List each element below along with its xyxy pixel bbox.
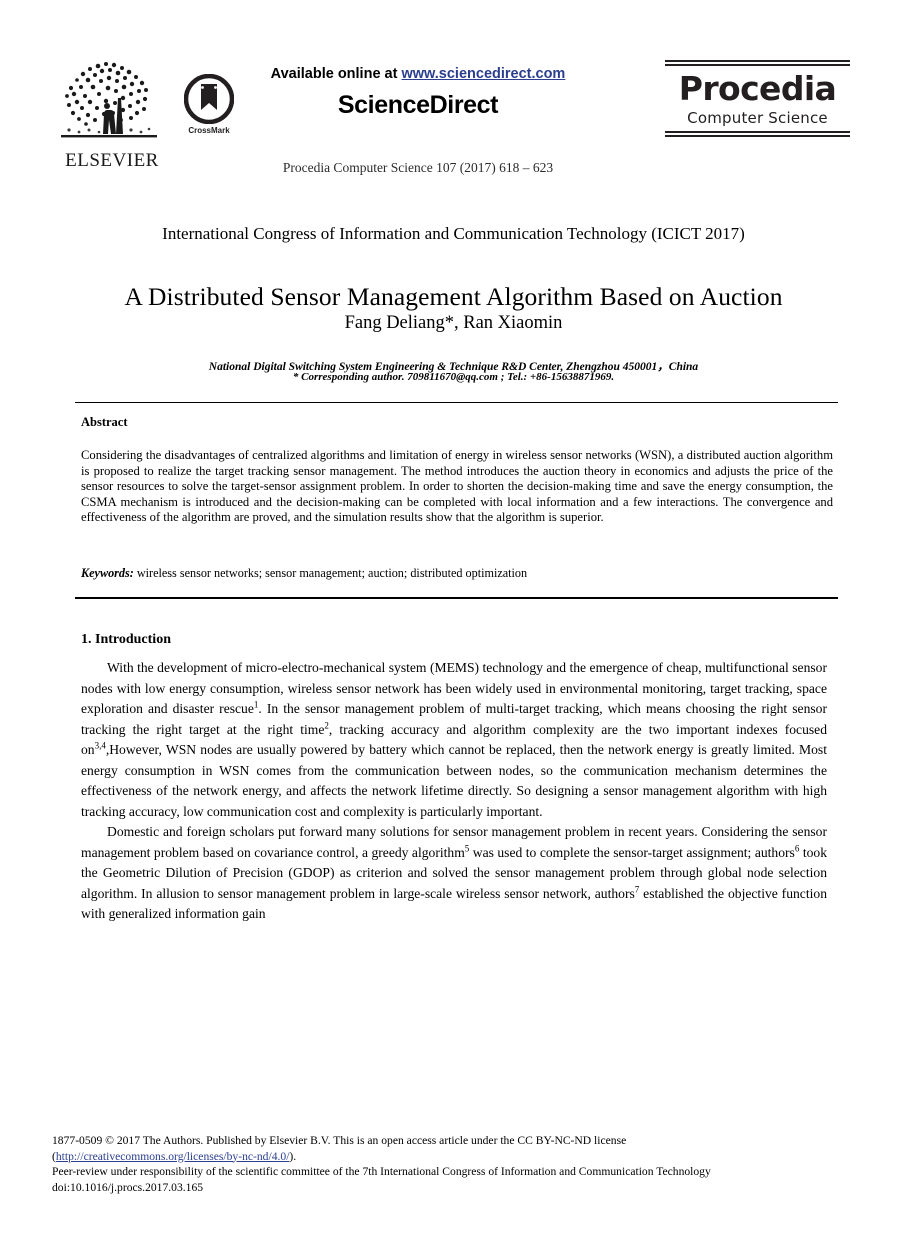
procedia-rule-top	[665, 60, 850, 66]
paragraph-1: With the development of micro-electro-me…	[81, 658, 827, 822]
available-online-line: Available online at www.sciencedirect.co…	[253, 66, 583, 82]
footer-peer-review: Peer-review under responsibility of the …	[52, 1165, 711, 1178]
para2-part-b: was used to complete the sensor-target a…	[469, 844, 795, 860]
abstract-heading: Abstract	[81, 415, 128, 429]
sciencedirect-block: Available online at www.sciencedirect.co…	[253, 66, 583, 120]
abstract-rule-bottom	[75, 597, 838, 599]
abstract-rule-top	[75, 402, 838, 403]
procedia-subtitle: Computer Science	[687, 108, 828, 127]
elsevier-wordmark: ELSEVIER	[65, 150, 159, 171]
paragraph-2: Domestic and foreign scholars put forwar…	[81, 822, 827, 925]
introduction-body: With the development of micro-electro-me…	[81, 658, 827, 925]
article-page: ELSEVIER CrossMark Available online at w…	[0, 0, 907, 1238]
footer: 1877-0509 © 2017 The Authors. Published …	[52, 1133, 852, 1195]
license-close-paren: ).	[289, 1149, 297, 1163]
section-heading-introduction: 1. Introduction	[81, 631, 171, 647]
keywords-label: Keywords:	[81, 566, 134, 580]
footer-copyright: 1877-0509 © 2017 The Authors. Published …	[52, 1134, 627, 1147]
crossmark-icon	[184, 74, 234, 124]
author-list: Fang Deliang*, Ran Xiaomin	[344, 313, 563, 333]
sciencedirect-url-link[interactable]: www.sciencedirect.com	[401, 66, 565, 82]
procedia-logo: Procedia Computer Science	[665, 60, 850, 137]
procedia-rule-bottom	[665, 130, 850, 137]
masthead: ELSEVIER CrossMark Available online at w…	[0, 52, 907, 192]
journal-reference: Procedia Computer Science 107 (2017) 618…	[282, 160, 554, 175]
procedia-wordmark: Procedia	[678, 69, 837, 108]
abstract-body: Considering the disadvantages of central…	[81, 448, 833, 524]
para1-part-d: ,However, WSN nodes are usually powered …	[81, 742, 827, 819]
sciencedirect-wordmark: ScienceDirect	[337, 91, 499, 119]
crossmark-label: CrossMark	[188, 126, 230, 135]
conference-name: International Congress of Information an…	[162, 224, 745, 243]
corresponding-author: * Corresponding author. 709811670@qq.com…	[292, 371, 615, 383]
footer-doi: doi:10.1016/j.procs.2017.03.165	[52, 1180, 204, 1194]
elsevier-logo: ELSEVIER	[57, 58, 167, 170]
license-url-link[interactable]: http://creativecommons.org/licenses/by-n…	[56, 1150, 290, 1163]
crossmark-logo[interactable]: CrossMark	[170, 74, 248, 135]
footer-license-line: (http://creativecommons.org/licenses/by-…	[52, 1149, 852, 1165]
page-title: A Distributed Sensor Management Algorith…	[124, 282, 783, 312]
keywords: Keywords: wireless sensor networks; sens…	[81, 566, 833, 581]
keywords-value: wireless sensor networks; sensor managem…	[133, 566, 528, 580]
elsevier-tree-icon	[61, 62, 157, 138]
citation-ref-3-4[interactable]: 3,4	[95, 740, 106, 750]
available-online-text: Available online at	[270, 66, 402, 82]
